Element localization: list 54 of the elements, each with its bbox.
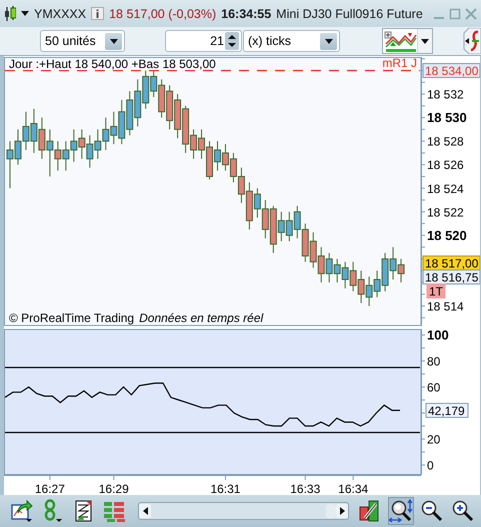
price-axis-label: 18 526 — [427, 158, 464, 172]
horizontal-scrollbar[interactable] — [138, 502, 349, 520]
scroll-left-icon[interactable] — [142, 507, 148, 515]
time-axis-label: 16:27 — [34, 482, 65, 496]
scroll-thumb[interactable] — [326, 504, 336, 518]
info-icon[interactable] — [91, 7, 104, 20]
formula-icon[interactable] — [463, 28, 481, 54]
price-axis-label: 18 514 — [427, 299, 464, 314]
indicator-axis-label: 80 — [427, 354, 440, 368]
clock-time: 16:34:55 — [221, 6, 272, 20]
indicator-axis-label: 0 — [427, 458, 434, 473]
bricks-icon — [103, 499, 127, 523]
chart-header: Jour :+Haut 18 540,00 +Bas 18 503,00 — [9, 57, 216, 71]
reference-price-tag: 18 534,00 — [422, 63, 480, 78]
price-axis-label: 18 520 — [427, 228, 467, 243]
zoom-icon — [389, 499, 413, 523]
time-axis-label: 16:31 — [210, 482, 240, 496]
caret-icon — [324, 38, 332, 44]
price-axis-label: 18 524 — [427, 182, 464, 196]
price-axis-label: 18 530 — [427, 110, 467, 126]
last-price-tag: 18 517,00 — [422, 256, 480, 270]
last-price: 18 517,00 (-0,03%) — [109, 6, 216, 20]
zoom-button[interactable] — [388, 497, 414, 525]
time-axis-label: 16:29 — [98, 482, 129, 496]
spinner-arrows-icon — [225, 32, 239, 50]
symbol-name: YMXXXX — [34, 6, 86, 20]
price-axis-label: 18 522 — [427, 205, 464, 220]
price-axis-label: 18 528 — [427, 134, 464, 149]
dropdown-arrow-icon[interactable] — [21, 11, 29, 16]
interval-price-tag: 1T — [426, 284, 446, 298]
chart-export-button[interactable] — [9, 497, 35, 525]
copyright-text: © ProRealTime Trading — [9, 311, 134, 325]
add-indicator-icon[interactable] — [383, 30, 417, 52]
interval-select[interactable]: (x) ticks — [243, 30, 340, 52]
realtime-note: Données en temps réel — [139, 311, 264, 325]
zoom-in-icon — [451, 499, 475, 523]
indicator-axis-label: 60 — [427, 380, 440, 394]
instrument-description: Mini DJ30 Full0916 Future — [276, 6, 423, 20]
indicator-axis-label: 20 — [427, 432, 440, 447]
time-axis-label: 16:33 — [290, 482, 320, 496]
time-axis-label: 16:34 — [338, 482, 368, 496]
chart-export-icon — [10, 499, 34, 523]
indicator-value-tag: 42,179 — [426, 402, 468, 418]
zoom-out-icon — [420, 499, 444, 523]
cursor-price-tag: 18 516,75 — [422, 270, 480, 284]
reference-label: mR1 J — [382, 57, 417, 70]
caret-icon — [110, 38, 118, 44]
caret-icon[interactable] — [421, 38, 429, 44]
units-select[interactable]: 50 unités — [40, 30, 125, 52]
candle-icon — [4, 6, 16, 22]
scroll-right-icon[interactable] — [340, 507, 344, 515]
price-axis-label: 18 532 — [427, 88, 464, 102]
tick-count-field[interactable]: 21 — [165, 30, 242, 52]
indicator-axis-label: 100 — [427, 329, 449, 342]
